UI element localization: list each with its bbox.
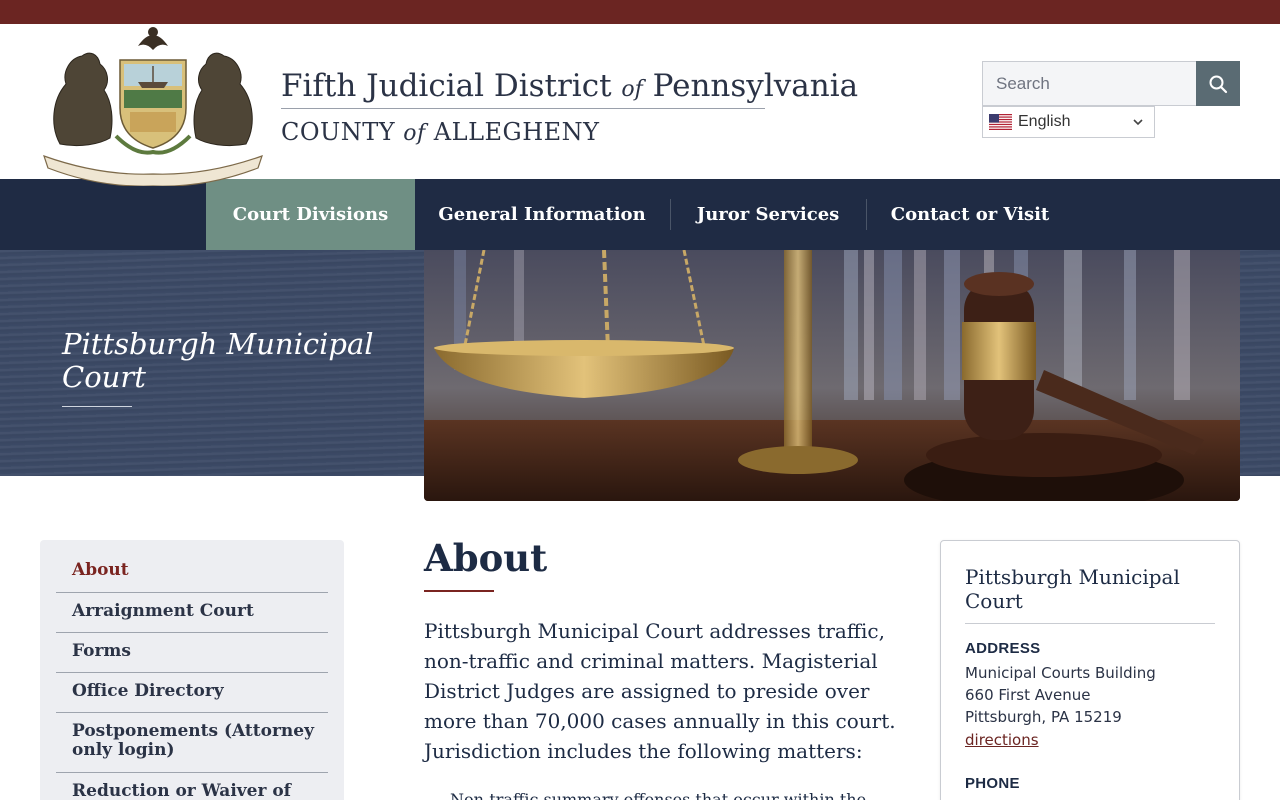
- site-subtitle-part1: COUNTY: [281, 118, 396, 146]
- nav-juror-services[interactable]: Juror Services: [688, 179, 848, 250]
- sidebar-item-label: About: [72, 560, 129, 580]
- nav-general-information[interactable]: General Information: [432, 179, 652, 250]
- address-label: ADDRESS: [965, 640, 1041, 657]
- content-heading: About: [424, 536, 548, 580]
- address-line: Pittsburgh, PA 15219: [965, 708, 1122, 726]
- nav-court-divisions-label: Court Divisions: [232, 204, 389, 225]
- jurisdiction-list-item: Non-traffic summary offenses that occur …: [450, 790, 866, 800]
- search-input[interactable]: [982, 61, 1197, 106]
- nav-divider: [670, 199, 671, 230]
- content-heading-underline: [424, 590, 494, 592]
- card-divider: [965, 623, 1215, 624]
- nav-contact-or-visit-label: Contact or Visit: [890, 204, 1050, 225]
- section-sidebar: About Arraignment Court Forms Office Dir…: [40, 540, 344, 800]
- site-subtitle-part2: ALLEGHENY: [433, 118, 600, 146]
- sidebar-item-label: Office Directory: [72, 681, 224, 701]
- page-title: Pittsburgh Municipal Court: [62, 327, 374, 394]
- sidebar-item-office-directory[interactable]: Office Directory: [56, 682, 328, 713]
- title-divider: [281, 108, 765, 109]
- sidebar-item-label: Reduction or Waiver of Court: [72, 781, 291, 800]
- nav-divider: [866, 199, 867, 230]
- nav-general-information-label: General Information: [438, 204, 646, 225]
- search-button[interactable]: [1196, 61, 1240, 106]
- sidebar-item-arraignment-court[interactable]: Arraignment Court: [56, 602, 328, 633]
- sidebar-item-label: Arraignment Court: [72, 601, 254, 621]
- card-title: Pittsburgh Municipal Court: [965, 565, 1180, 613]
- site-title-of: of: [621, 77, 643, 102]
- directions-link[interactable]: directions: [965, 731, 1039, 749]
- page-title-underline: [62, 406, 132, 407]
- address-line: Municipal Courts Building: [965, 664, 1156, 682]
- sidebar-item-reduction-or-waiver[interactable]: Reduction or Waiver of Court: [56, 782, 328, 800]
- nav-juror-services-label: Juror Services: [696, 204, 840, 225]
- sidebar-item-about[interactable]: About: [56, 561, 328, 593]
- sidebar-item-postponements[interactable]: Postponements (Attorney only login): [56, 722, 328, 773]
- phone-label: PHONE: [965, 775, 1020, 792]
- list-item-text: Non-traffic summary offenses that occur …: [450, 790, 867, 800]
- court-info-card: Pittsburgh Municipal Court ADDRESS Munic…: [940, 540, 1240, 800]
- address-line: 660 First Avenue: [965, 686, 1091, 704]
- nav-contact-or-visit[interactable]: Contact or Visit: [884, 179, 1056, 250]
- sidebar-item-label: Forms: [72, 641, 131, 661]
- hero-gavel-scales-image: [424, 250, 1240, 501]
- search-icon: [1209, 75, 1228, 93]
- intro-paragraph: Pittsburgh Municipal Court addresses tra…: [424, 619, 896, 763]
- nav-court-divisions[interactable]: Court Divisions: [206, 179, 415, 250]
- site-subtitle[interactable]: COUNTY of ALLEGHENY: [281, 118, 600, 146]
- language-label: English: [1018, 113, 1071, 130]
- site-title-part1: Fifth Judicial District: [281, 68, 612, 104]
- chevron-down-icon: [1133, 119, 1143, 126]
- site-subtitle-of: of: [403, 121, 426, 146]
- pennsylvania-seal-logo[interactable]: [40, 16, 266, 186]
- sidebar-item-forms[interactable]: Forms: [56, 642, 328, 673]
- language-select[interactable]: English: [982, 106, 1155, 138]
- us-flag-icon: [989, 114, 1012, 130]
- site-title-part2: Pennsylvania: [652, 68, 859, 104]
- main-navigation: Court Divisions General Information Juro…: [0, 179, 1280, 250]
- sidebar-item-label: Postponements (Attorney only login): [72, 721, 314, 760]
- site-title[interactable]: Fifth Judicial District of Pennsylvania: [281, 68, 858, 104]
